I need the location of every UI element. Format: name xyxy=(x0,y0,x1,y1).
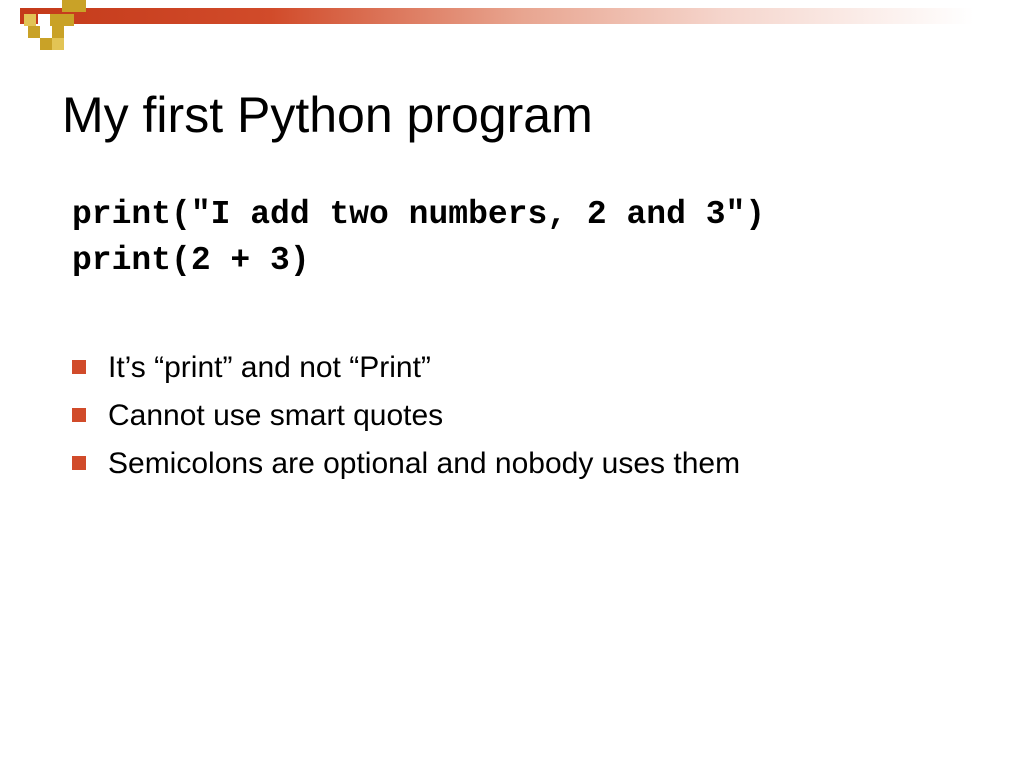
code-line-1: print("I add two numbers, 2 and 3") xyxy=(72,192,984,238)
bullet-item: It’s “print” and not “Print” xyxy=(72,344,984,392)
code-block: print("I add two numbers, 2 and 3") prin… xyxy=(72,192,984,284)
bullet-list: It’s “print” and not “Print” Cannot use … xyxy=(72,344,984,488)
header-gradient-bar xyxy=(20,8,1024,24)
header-pixel-decoration xyxy=(0,0,100,60)
bullet-item: Cannot use smart quotes xyxy=(72,392,984,440)
slide-content: My first Python program print("I add two… xyxy=(62,86,984,488)
decorative-header xyxy=(0,0,1024,32)
code-line-2: print(2 + 3) xyxy=(72,238,984,284)
bullet-item: Semicolons are optional and nobody uses … xyxy=(72,440,984,488)
slide-title: My first Python program xyxy=(62,86,984,144)
